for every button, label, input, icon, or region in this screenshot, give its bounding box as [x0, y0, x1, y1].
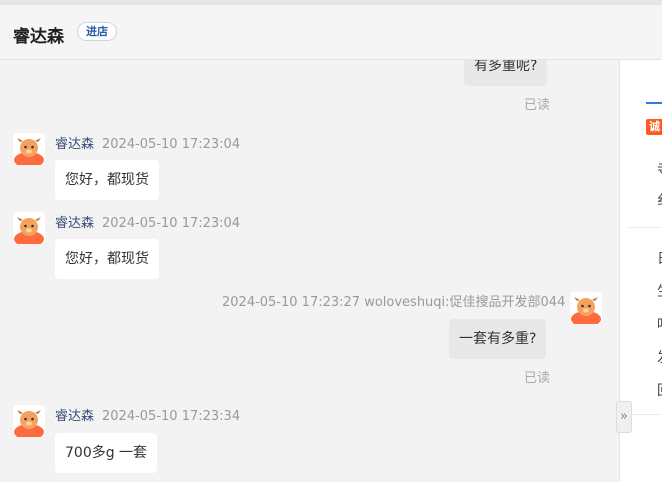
message-bubble: 一套有多重? — [449, 319, 547, 359]
message-bubble: 您好，都现货 — [55, 239, 159, 279]
message-bubble: 有多重呢? — [464, 60, 548, 86]
message-meta: 睿达森 2024-05-10 17:23:34 — [55, 405, 240, 424]
message-time: 2024-05-10 17:23:04 — [102, 216, 241, 231]
side-text: 回 — [657, 380, 662, 400]
cartoon-avatar-icon — [13, 405, 45, 437]
read-status: 已读 — [524, 98, 551, 113]
side-text: 日 — [657, 248, 662, 268]
message-meta: 2024-05-10 17:23:27 woloveshuqi:促佳搜品开发部0… — [222, 295, 566, 310]
avatar[interactable] — [13, 405, 45, 437]
side-text: 吋 — [657, 314, 662, 334]
message-time: 2024-05-10 17:23:34 — [102, 409, 241, 424]
side-text: 纟 — [657, 190, 662, 210]
message-meta: 睿达森 2024-05-10 17:23:04 — [55, 212, 240, 231]
read-status: 已读 — [524, 371, 551, 386]
collapse-panel-button[interactable]: » — [616, 401, 632, 433]
active-tab-indicator — [646, 102, 662, 104]
chat-header: 睿达森 进店 — [0, 5, 662, 60]
divider — [628, 227, 662, 228]
side-text: 寺 — [657, 159, 662, 179]
divider — [628, 414, 662, 415]
avatar[interactable] — [570, 292, 602, 324]
message-bubble: 您好，都现货 — [55, 160, 159, 200]
side-text: 生 — [657, 281, 662, 301]
enter-shop-button[interactable]: 进店 — [77, 22, 117, 41]
sender-name[interactable]: 睿达森 — [55, 137, 94, 152]
cartoon-avatar-icon — [570, 292, 602, 324]
avatar[interactable] — [13, 212, 45, 244]
integrity-badge: 诚 — [646, 119, 662, 135]
chat-messages[interactable]: 有多重呢? 已读 睿达森 2024-05-10 17:23:04 您好，都现货 — [0, 60, 619, 482]
sender-name[interactable]: 睿达森 — [55, 216, 94, 231]
message-bubble: 700多g 一套 — [55, 433, 158, 473]
double-chevron-right-icon: » — [620, 409, 628, 424]
shop-name: 睿达森 — [13, 27, 64, 47]
message-meta: 睿达森 2024-05-10 17:23:04 — [55, 133, 240, 152]
sender-name[interactable]: 睿达森 — [55, 409, 94, 424]
avatar[interactable] — [13, 133, 45, 165]
cartoon-avatar-icon — [13, 212, 45, 244]
side-text: 发 — [657, 347, 662, 367]
message-time: 2024-05-10 17:23:04 — [102, 137, 241, 152]
cartoon-avatar-icon — [13, 133, 45, 165]
